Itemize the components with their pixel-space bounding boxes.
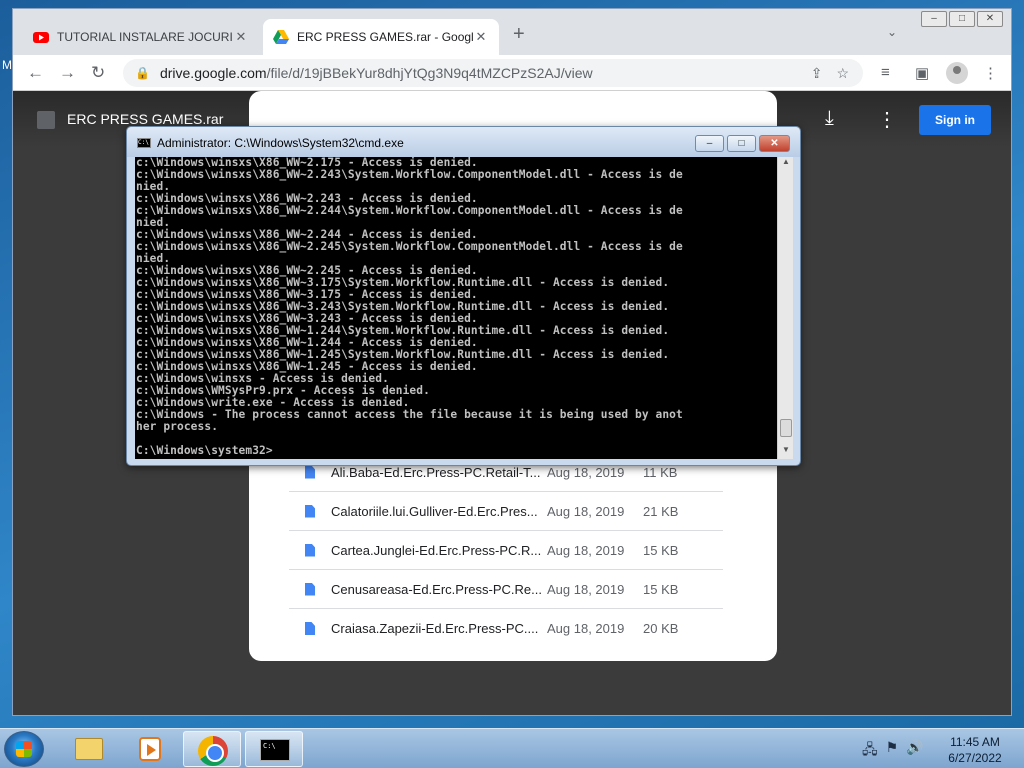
profile-avatar-icon[interactable] — [946, 62, 968, 84]
cmd-titlebar[interactable]: C:\ Administrator: C:\Windows\System32\c… — [127, 127, 800, 157]
taskbar-media-player[interactable] — [121, 731, 179, 767]
file-date: Aug 18, 2019 — [547, 542, 625, 558]
minimize-button[interactable]: – — [921, 11, 947, 27]
action-center-icon[interactable]: ⚑ — [886, 739, 899, 763]
file-date: Aug 18, 2019 — [547, 464, 625, 480]
forward-icon[interactable]: → — [59, 63, 76, 83]
file-name: Cenusareasa-Ed.Erc.Press-PC.Re... — [331, 581, 542, 597]
media-player-icon — [139, 737, 161, 761]
file-size: 15 KB — [643, 542, 679, 558]
file-name: Craiasa.Zapezii-Ed.Erc.Press-PC.... — [331, 621, 539, 636]
scroll-down-icon[interactable]: ▼ — [778, 445, 794, 459]
lock-icon[interactable]: 🔒 — [135, 66, 150, 80]
network-icon[interactable]: 🖧 — [862, 739, 878, 763]
file-date: Aug 18, 2019 — [547, 621, 625, 636]
list-item[interactable]: Craiasa.Zapezii-Ed.Erc.Press-PC.... Aug … — [289, 609, 723, 648]
file-size: 15 KB — [643, 581, 679, 597]
start-button[interactable] — [4, 731, 44, 767]
chrome-icon — [198, 736, 228, 766]
list-item[interactable]: Cenusareasa-Ed.Erc.Press-PC.Re... Aug 18… — [289, 570, 723, 609]
browser-toolbar: ← → ↻ 🔒 drive.google.com/file/d/19jBBekY… — [13, 55, 1011, 91]
taskbar: C:\ 🖧 ⚑ 🔊 11:45 AM 6/27/2022 — [0, 728, 1024, 768]
system-tray: 🖧 ⚑ 🔊 — [862, 739, 932, 763]
console-scrollbar[interactable]: ▲ ▼ — [777, 157, 793, 459]
cmd-minimize-button[interactable]: – — [695, 135, 724, 152]
reload-icon[interactable]: ↻ — [91, 63, 105, 83]
console-output[interactable]: c:\Windows\winsxs\X86_WW~2.175 - Access … — [135, 157, 777, 459]
document-icon — [305, 543, 315, 557]
bookmark-star-icon[interactable]: ☆ — [836, 65, 849, 82]
desktop-edge-text: M — [2, 58, 12, 72]
cmd-maximize-button[interactable]: □ — [727, 135, 756, 152]
maximize-button[interactable]: □ — [949, 11, 975, 27]
clock-time: 11:45 AM — [950, 735, 1000, 749]
document-icon — [305, 622, 315, 635]
clock[interactable]: 11:45 AM 6/27/2022 — [940, 734, 1010, 766]
list-item[interactable]: Calatoriile.lui.Gulliver-Ed.Erc.Pres... … — [289, 492, 723, 531]
cmd-close-button[interactable]: ✕ — [759, 135, 790, 152]
file-name: Ali.Baba-Ed.Erc.Press-PC.Retail-T... — [331, 464, 541, 480]
taskbar-chrome[interactable] — [183, 731, 241, 767]
sign-in-button[interactable]: Sign in — [919, 105, 991, 135]
taskbar-explorer[interactable] — [60, 731, 118, 767]
more-options-icon[interactable]: ⋮ — [877, 107, 897, 132]
scroll-up-icon[interactable]: ▲ — [778, 157, 794, 171]
tab-youtube-tutorial[interactable]: TUTORIAL INSTALARE JOCURI ER ✕ — [23, 19, 259, 55]
tab-drive-active[interactable]: ERC PRESS GAMES.rar - Google D ✕ — [263, 19, 499, 55]
file-size: 11 KB — [643, 464, 678, 480]
archive-file-list: Ali.Baba-Ed.Erc.Press-PC.Retail-T... Aug… — [289, 453, 723, 648]
back-icon[interactable]: ← — [27, 63, 44, 83]
tab-title: TUTORIAL INSTALARE JOCURI ER — [57, 30, 233, 44]
file-date: Aug 18, 2019 — [547, 581, 625, 597]
file-size: 21 KB — [643, 503, 679, 519]
folder-icon — [75, 738, 103, 760]
cmd-title: Administrator: C:\Windows\System32\cmd.e… — [157, 136, 404, 150]
document-icon — [305, 504, 315, 518]
download-icon[interactable]: ⤓ — [825, 107, 834, 130]
taskbar-cmd[interactable]: C:\ — [245, 731, 303, 767]
file-name: Calatoriile.lui.Gulliver-Ed.Erc.Pres... — [331, 503, 538, 519]
scroll-thumb[interactable] — [780, 419, 792, 437]
tab-title: ERC PRESS GAMES.rar - Google D — [297, 30, 473, 44]
close-tab-icon[interactable]: ✕ — [473, 29, 489, 45]
tab-strip: TUTORIAL INSTALARE JOCURI ER ✕ ERC PRESS… — [13, 9, 1011, 55]
document-icon — [305, 465, 315, 479]
close-tab-icon[interactable]: ✕ — [233, 29, 249, 45]
cmd-window-controls: – □ ✕ — [695, 135, 790, 152]
archive-file-icon — [37, 111, 55, 129]
new-tab-button[interactable]: + — [513, 23, 525, 46]
cmd-icon: C:\ — [137, 138, 151, 148]
windows-logo-icon — [16, 741, 32, 757]
file-size: 20 KB — [643, 621, 679, 636]
document-icon — [305, 582, 315, 596]
url-host: drive.google.com — [159, 65, 267, 81]
tab-search-icon[interactable]: ⌄ — [887, 25, 897, 39]
cmd-window: C:\ Administrator: C:\Windows\System32\c… — [126, 126, 801, 466]
reading-list-icon[interactable]: ≡ — [881, 64, 890, 81]
youtube-icon — [33, 32, 49, 43]
file-title: ERC PRESS GAMES.rar — [67, 111, 224, 127]
clock-date: 6/27/2022 — [948, 751, 1002, 765]
volume-icon[interactable]: 🔊 — [906, 739, 923, 763]
file-name: Cartea.Junglei-Ed.Erc.Press-PC.R... — [331, 542, 542, 558]
url-path: /file/d/19jBBekYur8dhjYtQg3N9q4tMZCPzS2A… — [266, 65, 593, 81]
share-icon[interactable]: ⇪ — [811, 65, 823, 82]
list-item[interactable]: Cartea.Junglei-Ed.Erc.Press-PC.R... Aug … — [289, 531, 723, 570]
address-bar[interactable]: 🔒 drive.google.com/file/d/19jBBekYur8dhj… — [123, 59, 863, 87]
cmd-icon: C:\ — [260, 739, 290, 761]
console-text: c:\Windows\winsxs\X86_WW~2.175 - Access … — [136, 157, 683, 457]
file-date: Aug 18, 2019 — [547, 503, 625, 519]
side-panel-icon[interactable]: ▣ — [915, 64, 929, 82]
chrome-menu-icon[interactable]: ⋮ — [983, 64, 998, 82]
google-drive-icon — [273, 30, 289, 44]
url-text[interactable]: drive.google.com/file/d/19jBBekYur8dhjYt… — [160, 65, 811, 81]
close-window-button[interactable]: ✕ — [977, 11, 1003, 27]
window-controls: – □ ✕ — [919, 11, 1003, 27]
